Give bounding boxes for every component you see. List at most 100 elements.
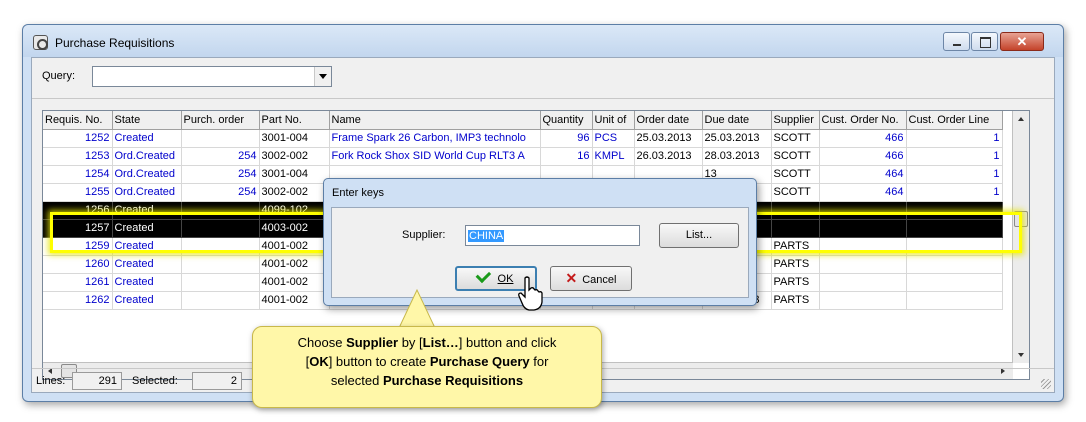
- cell-req[interactable]: 1255: [43, 183, 113, 202]
- cell-part[interactable]: 4001-002: [259, 255, 330, 274]
- cell-cust_line[interactable]: [906, 201, 1003, 220]
- cell-cust_no[interactable]: 466: [819, 147, 907, 166]
- cell-state[interactable]: Created: [112, 273, 182, 292]
- cell-state[interactable]: Created: [112, 129, 182, 148]
- cell-cust_line[interactable]: [906, 237, 1003, 256]
- cell-qty[interactable]: 16: [540, 147, 593, 166]
- cell-name[interactable]: Frame Spark 26 Carbon, IMP3 technolo: [329, 129, 541, 148]
- cell-req[interactable]: 1252: [43, 129, 113, 148]
- cell-req[interactable]: 1257: [43, 219, 113, 238]
- cell-supplier[interactable]: PARTS: [771, 291, 820, 310]
- cell-cust_line[interactable]: [906, 219, 1003, 238]
- cell-req[interactable]: 1261: [43, 273, 113, 292]
- cell-po[interactable]: 254: [181, 147, 260, 166]
- cell-po[interactable]: 254: [181, 165, 260, 184]
- cell-part[interactable]: 4001-002: [259, 237, 330, 256]
- column-header[interactable]: Name: [329, 111, 541, 130]
- cell-supplier[interactable]: SCOTT: [771, 147, 820, 166]
- cell-req[interactable]: 1253: [43, 147, 113, 166]
- cell-cust_line[interactable]: 1: [906, 165, 1003, 184]
- supplier-input[interactable]: CHINA: [465, 225, 640, 246]
- column-header[interactable]: Part No.: [259, 111, 330, 130]
- cell-po[interactable]: [181, 291, 260, 310]
- table-row[interactable]: 1253 Ord.Created 254 3002-002 Fork Rock Shox…: [43, 147, 1003, 166]
- cell-qty[interactable]: 96: [540, 129, 593, 148]
- cell-cust_line[interactable]: 1: [906, 183, 1003, 202]
- scroll-down-icon[interactable]: [1018, 353, 1024, 357]
- cell-req[interactable]: 1256: [43, 201, 113, 220]
- cell-supplier[interactable]: SCOTT: [771, 129, 820, 148]
- close-button[interactable]: ✕: [1000, 32, 1044, 51]
- scroll-thumb[interactable]: [1014, 211, 1028, 227]
- cell-cust_line[interactable]: [906, 273, 1003, 292]
- resize-grip-icon[interactable]: [1041, 379, 1051, 389]
- column-header[interactable]: Order date: [634, 111, 703, 130]
- cell-due[interactable]: 25.03.2013: [702, 129, 772, 148]
- cell-po[interactable]: [181, 219, 260, 238]
- cell-name[interactable]: Fork Rock Shox SID World Cup RLT3 A: [329, 147, 541, 166]
- cell-cust_no[interactable]: 464: [819, 183, 907, 202]
- cell-cust_no[interactable]: [819, 201, 907, 220]
- cell-supplier[interactable]: PARTS: [771, 255, 820, 274]
- query-combo[interactable]: [92, 66, 332, 87]
- column-header[interactable]: Cust. Order No.: [819, 111, 907, 130]
- cell-po[interactable]: [181, 273, 260, 292]
- cell-state[interactable]: Ord.Created: [112, 165, 182, 184]
- cell-state[interactable]: Created: [112, 237, 182, 256]
- cell-po[interactable]: [181, 201, 260, 220]
- list-button[interactable]: List...: [659, 223, 739, 248]
- cell-state[interactable]: Created: [112, 219, 182, 238]
- cell-req[interactable]: 1262: [43, 291, 113, 310]
- cell-cust_no[interactable]: [819, 255, 907, 274]
- cell-po[interactable]: [181, 237, 260, 256]
- cell-unit[interactable]: KMPL: [592, 147, 635, 166]
- cell-part[interactable]: 3002-002: [259, 183, 330, 202]
- column-header[interactable]: Unit of: [592, 111, 635, 130]
- cancel-button[interactable]: ✕ Cancel: [550, 266, 632, 291]
- cell-cust_line[interactable]: 1: [906, 147, 1003, 166]
- cell-cust_line[interactable]: 1: [906, 129, 1003, 148]
- minimize-button[interactable]: [943, 32, 970, 51]
- cell-cust_line[interactable]: [906, 291, 1003, 310]
- maximize-button[interactable]: [971, 32, 998, 51]
- cell-req[interactable]: 1259: [43, 237, 113, 256]
- cell-part[interactable]: 4001-002: [259, 291, 330, 310]
- cell-cust_no[interactable]: [819, 291, 907, 310]
- column-header[interactable]: Quantity: [540, 111, 593, 130]
- cell-cust_no[interactable]: [819, 219, 907, 238]
- cell-req[interactable]: 1260: [43, 255, 113, 274]
- cell-state[interactable]: Created: [112, 291, 182, 310]
- column-header[interactable]: Purch. order: [181, 111, 260, 130]
- cell-req[interactable]: 1254: [43, 165, 113, 184]
- cell-cust_no[interactable]: [819, 273, 907, 292]
- cell-part[interactable]: 4099-102: [259, 201, 330, 220]
- cell-part[interactable]: 4001-002: [259, 273, 330, 292]
- chevron-down-icon[interactable]: [314, 67, 331, 86]
- cell-supplier[interactable]: PARTS: [771, 273, 820, 292]
- column-header[interactable]: Requis. No.: [43, 111, 113, 130]
- cell-order[interactable]: 26.03.2013: [634, 147, 703, 166]
- cell-state[interactable]: Created: [112, 255, 182, 274]
- cell-po[interactable]: [181, 129, 260, 148]
- cell-supplier[interactable]: [771, 219, 820, 238]
- cell-part[interactable]: 3001-004: [259, 129, 330, 148]
- cell-due[interactable]: 28.03.2013: [702, 147, 772, 166]
- cell-state[interactable]: Created: [112, 201, 182, 220]
- column-header[interactable]: Cust. Order Line: [906, 111, 1003, 130]
- cell-cust_no[interactable]: [819, 237, 907, 256]
- table-row[interactable]: 1252 Created 3001-004 Frame Spark 26 Carbon…: [43, 129, 1003, 148]
- cell-po[interactable]: [181, 255, 260, 274]
- cell-state[interactable]: Ord.Created: [112, 183, 182, 202]
- cell-cust_no[interactable]: 464: [819, 165, 907, 184]
- cell-part[interactable]: 3001-004: [259, 165, 330, 184]
- cell-cust_line[interactable]: [906, 255, 1003, 274]
- scroll-up-icon[interactable]: [1018, 117, 1024, 121]
- cell-cust_no[interactable]: 466: [819, 129, 907, 148]
- vertical-scrollbar[interactable]: [1012, 111, 1029, 363]
- cell-supplier[interactable]: [771, 201, 820, 220]
- cell-part[interactable]: 4003-002: [259, 219, 330, 238]
- column-header[interactable]: Due date: [702, 111, 772, 130]
- cell-supplier[interactable]: SCOTT: [771, 183, 820, 202]
- title-bar[interactable]: Purchase Requisitions ✕: [23, 25, 1063, 57]
- cell-supplier[interactable]: PARTS: [771, 237, 820, 256]
